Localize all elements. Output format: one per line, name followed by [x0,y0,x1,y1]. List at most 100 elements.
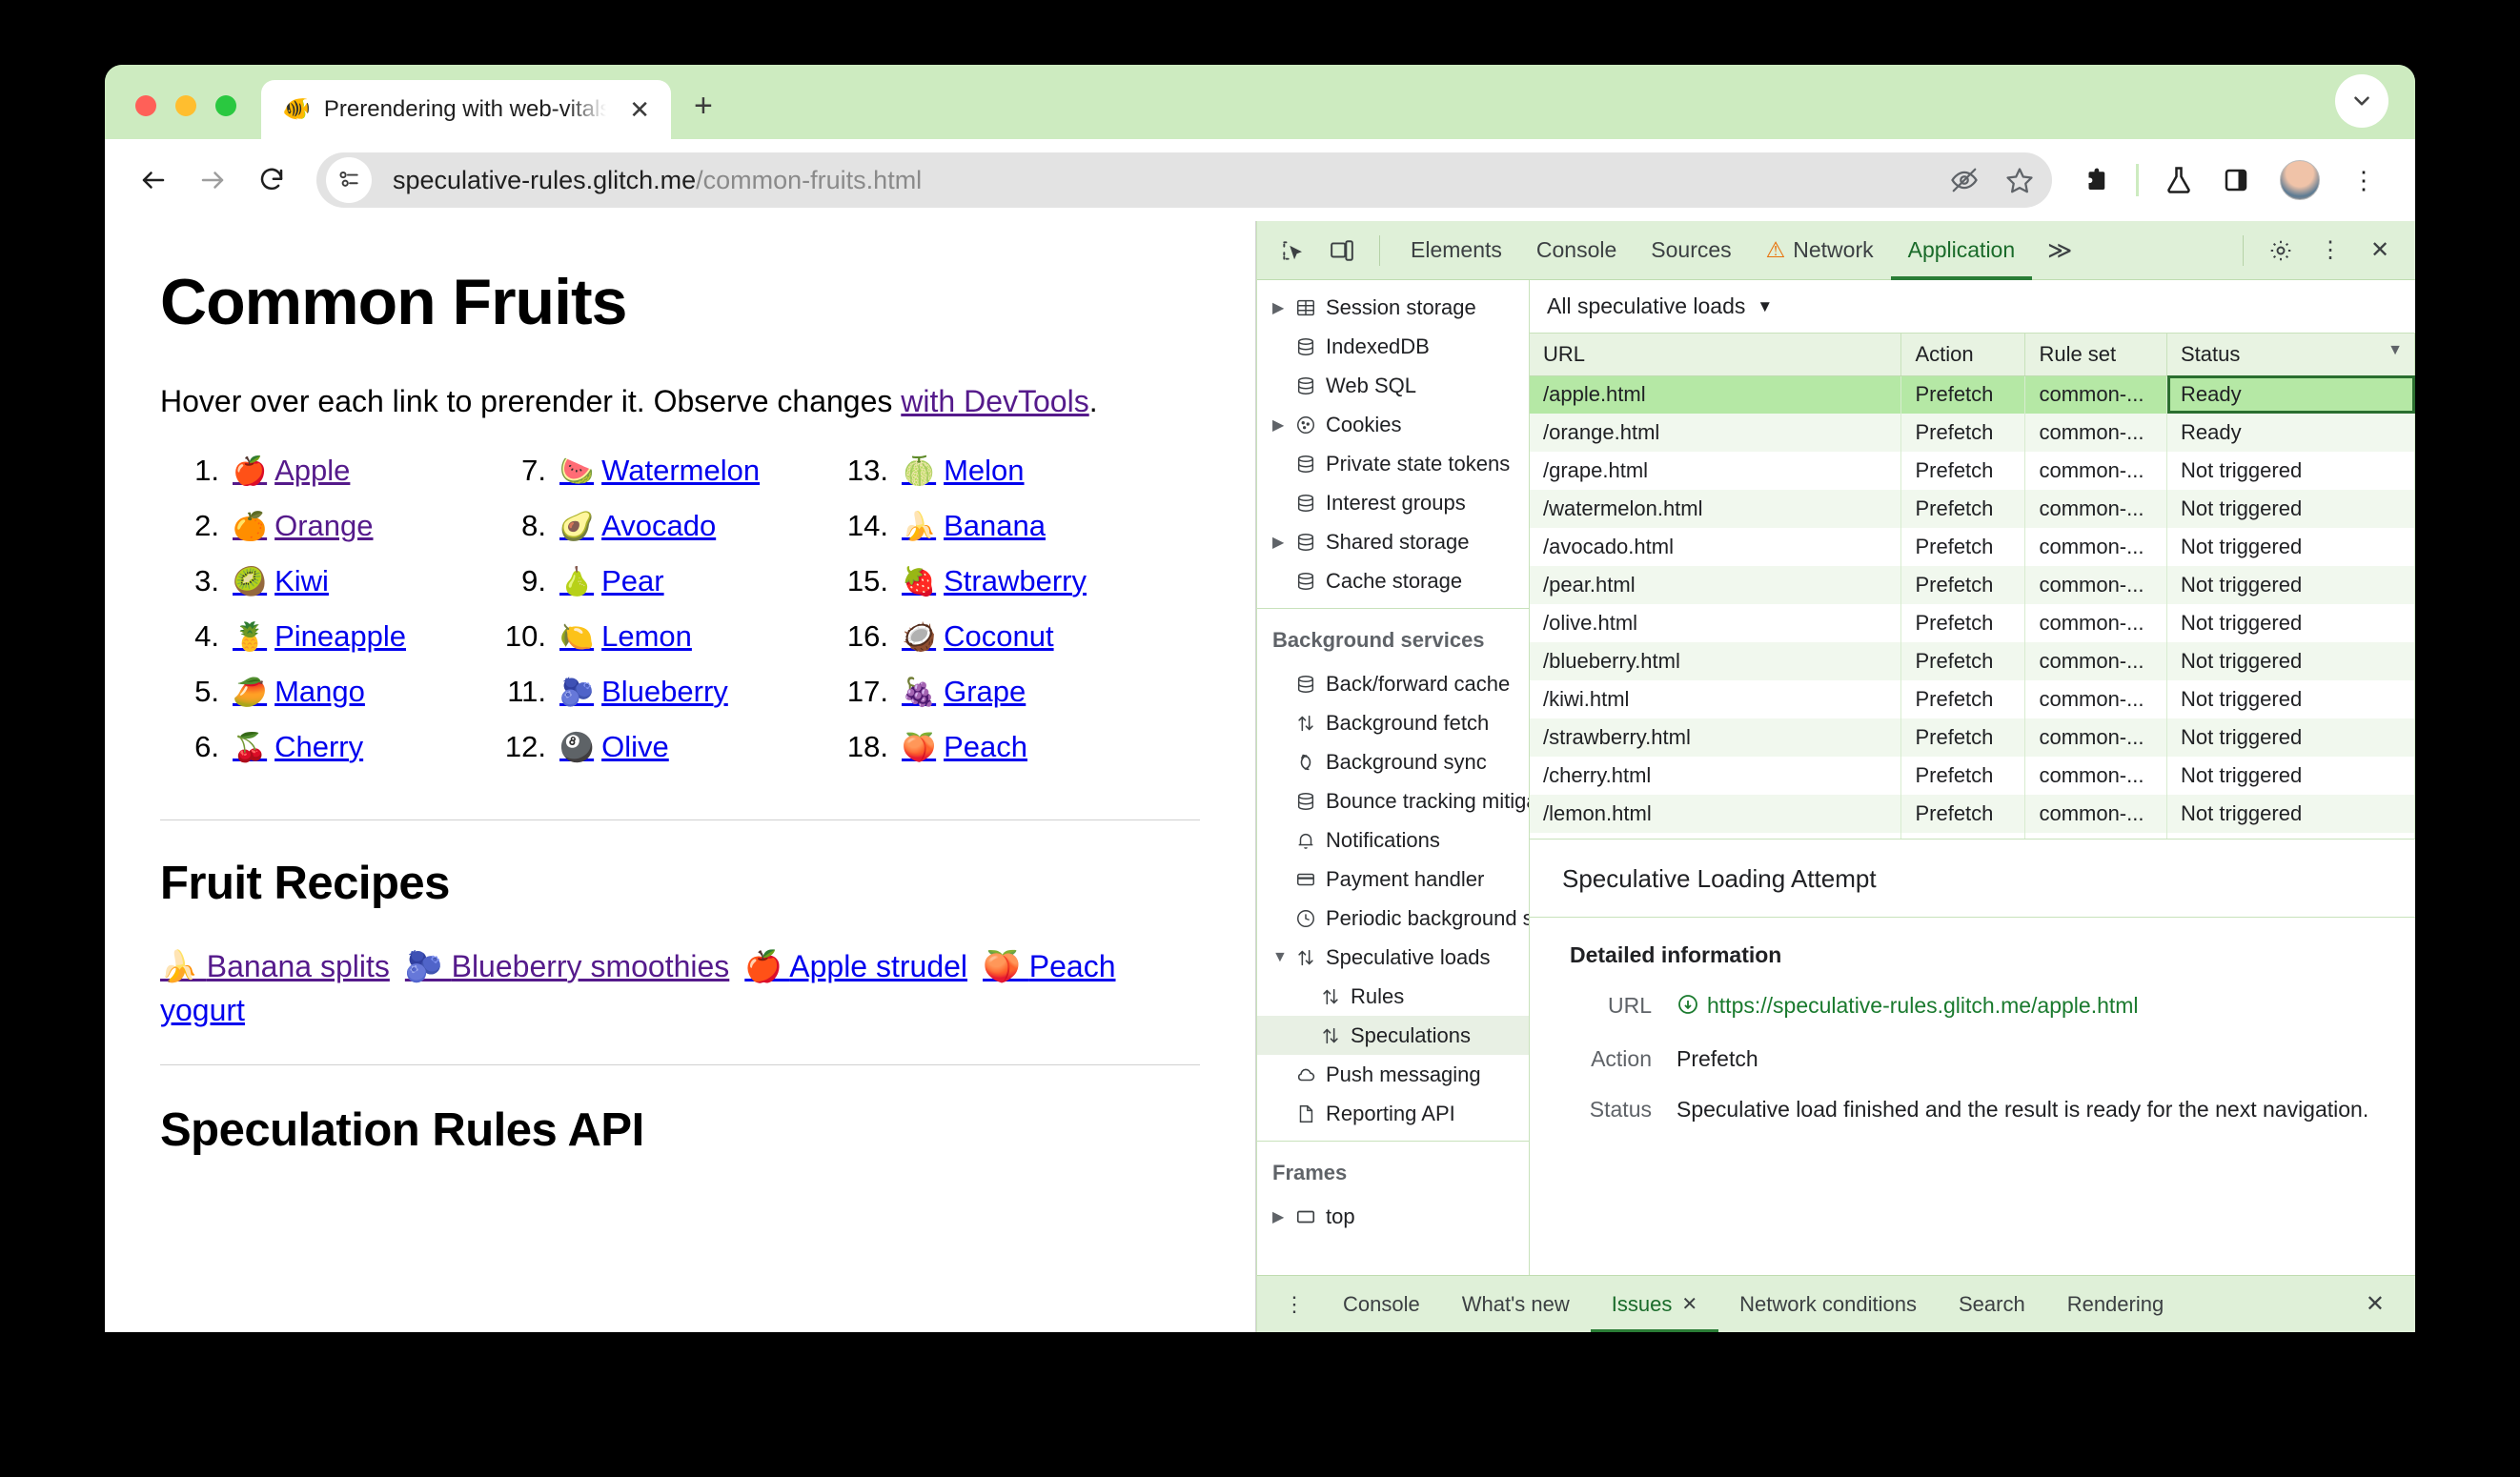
devtools-more-icon[interactable]: ⋮ [2307,229,2354,273]
drawer-tab-issues[interactable]: Issues ✕ [1591,1276,1718,1333]
devtools-tab-console[interactable]: Console [1519,221,1634,280]
fruit-link-mango[interactable]: 🥭 Mango [233,677,365,707]
fruit-link-banana[interactable]: 🍌 Banana [902,511,1046,541]
chevron-right-icon[interactable]: ▶ [1272,533,1291,552]
sidebar-item-speculative-loads[interactable]: ▼ Speculative loads [1257,938,1529,977]
devtools-tab-elements[interactable]: Elements [1393,221,1519,280]
column-header-rule-set[interactable]: Rule set [2024,334,2167,376]
fruit-link-blueberry[interactable]: 🫐 Blueberry [559,677,728,707]
fruit-link-olive[interactable]: 🎱 Olive [559,732,669,762]
fruit-link-melon[interactable]: 🍈 Melon [902,455,1025,486]
drawer-tab-search[interactable]: Search [1938,1276,2046,1333]
device-toolbar-icon[interactable] [1318,229,1366,273]
puzzle-icon[interactable] [2069,153,2123,207]
table-row[interactable]: /cherry.html Prefetch common-... Not trigge… [1530,757,2415,795]
close-window-button[interactable] [135,95,156,116]
speculative-loads-filter-dropdown[interactable]: All speculative loads ▼ [1547,293,1773,319]
address-bar-url[interactable]: speculative-rules.glitch.me/common-fruit… [393,166,1940,195]
devtools-tab-application[interactable]: Application [1891,221,2033,280]
recipe-link[interactable]: 🍎 Apple strudel [744,949,967,983]
fruit-link-orange[interactable]: 🍊 Orange [233,511,374,541]
table-row[interactable]: /grape.html Prefetch common-... Not trigger… [1530,452,2415,490]
fruit-link-watermelon[interactable]: 🍉 Watermelon [559,455,760,486]
sidebar-item-reporting-api[interactable]: ▶Reporting API [1257,1094,1529,1133]
fruit-link-cherry[interactable]: 🍒 Cherry [233,732,363,762]
sidebar-item-cache-storage[interactable]: ▶Cache storage [1257,561,1529,600]
sort-caret-icon[interactable]: ▼ [2388,342,2403,359]
tune-icon[interactable] [326,157,372,203]
fruit-link-lemon[interactable]: 🍋 Lemon [559,621,692,652]
sidebar-item-rules[interactable]: ▶Rules [1257,977,1529,1016]
gear-icon[interactable] [2257,229,2305,273]
speculations-table-wrapper[interactable]: URL Action Rule set Status ▼ /apple.html Pref… [1530,334,2415,839]
sidebar-item-payment-handler[interactable]: ▶Payment handler [1257,860,1529,899]
sidebar-item-notifications[interactable]: ▶Notifications [1257,820,1529,860]
fruit-link-peach[interactable]: 🍑 Peach [902,732,1027,762]
column-header-status[interactable]: Status ▼ [2166,334,2415,376]
devtools-tab-sources[interactable]: Sources [1634,221,1748,280]
table-row[interactable]: /kiwi.html Prefetch common-... Not triggere… [1530,680,2415,718]
sidebar-item-push-messaging[interactable]: ▶Push messaging [1257,1055,1529,1094]
chevron-right-icon[interactable]: ▶ [1272,415,1291,435]
fruit-link-kiwi[interactable]: 🥝 Kiwi [233,566,329,597]
address-bar[interactable]: speculative-rules.glitch.me/common-fruit… [316,152,2052,208]
recipe-link[interactable]: 🫐 Blueberry smoothies [405,949,729,983]
more-tabs-icon[interactable]: ≫ [2034,236,2085,265]
fruit-link-grape[interactable]: 🍇 Grape [902,677,1026,707]
chevron-right-icon[interactable]: ▶ [1272,298,1291,317]
fruit-link-coconut[interactable]: 🥥 Coconut [902,621,1054,652]
drawer-more-icon[interactable]: ⋮ [1267,1292,1322,1317]
drawer-tab-network-conditions[interactable]: Network conditions [1718,1276,1938,1333]
table-row[interactable]: /olive.html Prefetch common-... Not trigger… [1530,604,2415,642]
new-tab-button[interactable]: + [694,90,713,122]
sidebar-item-web-sql[interactable]: ▶Web SQL [1257,366,1529,405]
table-row[interactable]: /strawberry.html Prefetch common-... Not tr… [1530,718,2415,757]
chevron-down-icon[interactable] [2335,74,2388,128]
avatar[interactable] [2280,160,2320,200]
table-row[interactable]: /avocado.html Prefetch common-... Not trigg… [1530,528,2415,566]
drawer-tab-console[interactable]: Console [1322,1276,1441,1333]
column-header-action[interactable]: Action [1900,334,2026,376]
close-devtools-icon[interactable]: ✕ [2356,229,2404,273]
maximize-window-button[interactable] [215,95,236,116]
sidebar-item-cookies[interactable]: ▶ Cookies [1257,405,1529,444]
table-row[interactable]: /apple.html Prefetch common-... Ready [1530,375,2415,414]
flask-icon[interactable] [2152,153,2205,207]
chevron-right-icon[interactable]: ▶ [1272,1207,1291,1226]
fruit-link-strawberry[interactable]: 🍓 Strawberry [902,566,1087,597]
sidebar-item-background-fetch[interactable]: ▶Background fetch [1257,703,1529,742]
close-icon[interactable]: ✕ [1681,1292,1697,1316]
fruit-link-avocado[interactable]: 🥑 Avocado [559,511,716,541]
fruit-link-pineapple[interactable]: 🍍 Pineapple [233,621,406,652]
drawer-tab-rendering[interactable]: Rendering [2046,1276,2185,1333]
drawer-tab-what-s-new[interactable]: What's new [1441,1276,1591,1333]
fruit-link-apple[interactable]: 🍎 Apple [233,455,350,486]
recipe-link[interactable]: 🍌 Banana splits [160,949,390,983]
table-row[interactable]: /watermelon.html Prefetch common-... Not tr… [1530,490,2415,528]
sidebar-item-session-storage[interactable]: ▶ Session storage [1257,288,1529,327]
speculation-url-link[interactable]: https://speculative-rules.glitch.me/appl… [1707,993,2139,1018]
sidebar-item-bounce-tracking-mitigations[interactable]: ▶Bounce tracking mitigations [1257,781,1529,820]
devtools-tab-network[interactable]: ⚠ Network [1749,221,1891,280]
sidebar-item-top[interactable]: ▶ top [1257,1197,1529,1236]
eye-off-icon[interactable] [1940,155,1989,205]
star-icon[interactable] [1995,155,2044,205]
sidebar-item-periodic-background-sync[interactable]: ▶Periodic background sync [1257,899,1529,938]
sidebar-item-back-forward-cache[interactable]: ▶Back/forward cache [1257,664,1529,703]
sidebar-item-private-state-tokens[interactable]: ▶Private state tokens [1257,444,1529,483]
table-row[interactable]: /orange.html Prefetch common-... Ready [1530,414,2415,452]
sidebar-item-background-sync[interactable]: ▶Background sync [1257,742,1529,781]
sidebar-item-interest-groups[interactable]: ▶Interest groups [1257,483,1529,522]
column-header-url[interactable]: URL [1530,334,1902,376]
back-arrow-icon[interactable] [126,152,181,208]
table-row[interactable]: /lemon.html Prefetch common-... Not trigger… [1530,795,2415,833]
sidebar-item-indexeddb[interactable]: ▶IndexedDB [1257,327,1529,366]
chevron-down-icon[interactable]: ▼ [1272,949,1291,966]
sidebar-item-shared-storage[interactable]: ▶ Shared storage [1257,522,1529,561]
minimize-window-button[interactable] [175,95,196,116]
devtools-doc-link[interactable]: with DevTools [901,384,1088,418]
sidebar-item-speculations[interactable]: ▶Speculations [1257,1016,1529,1055]
inspect-element-icon[interactable] [1269,229,1316,273]
fruit-link-pear[interactable]: 🍐 Pear [559,566,664,597]
table-row[interactable]: /blueberry.html Prefetch common-... Not tri… [1530,642,2415,680]
